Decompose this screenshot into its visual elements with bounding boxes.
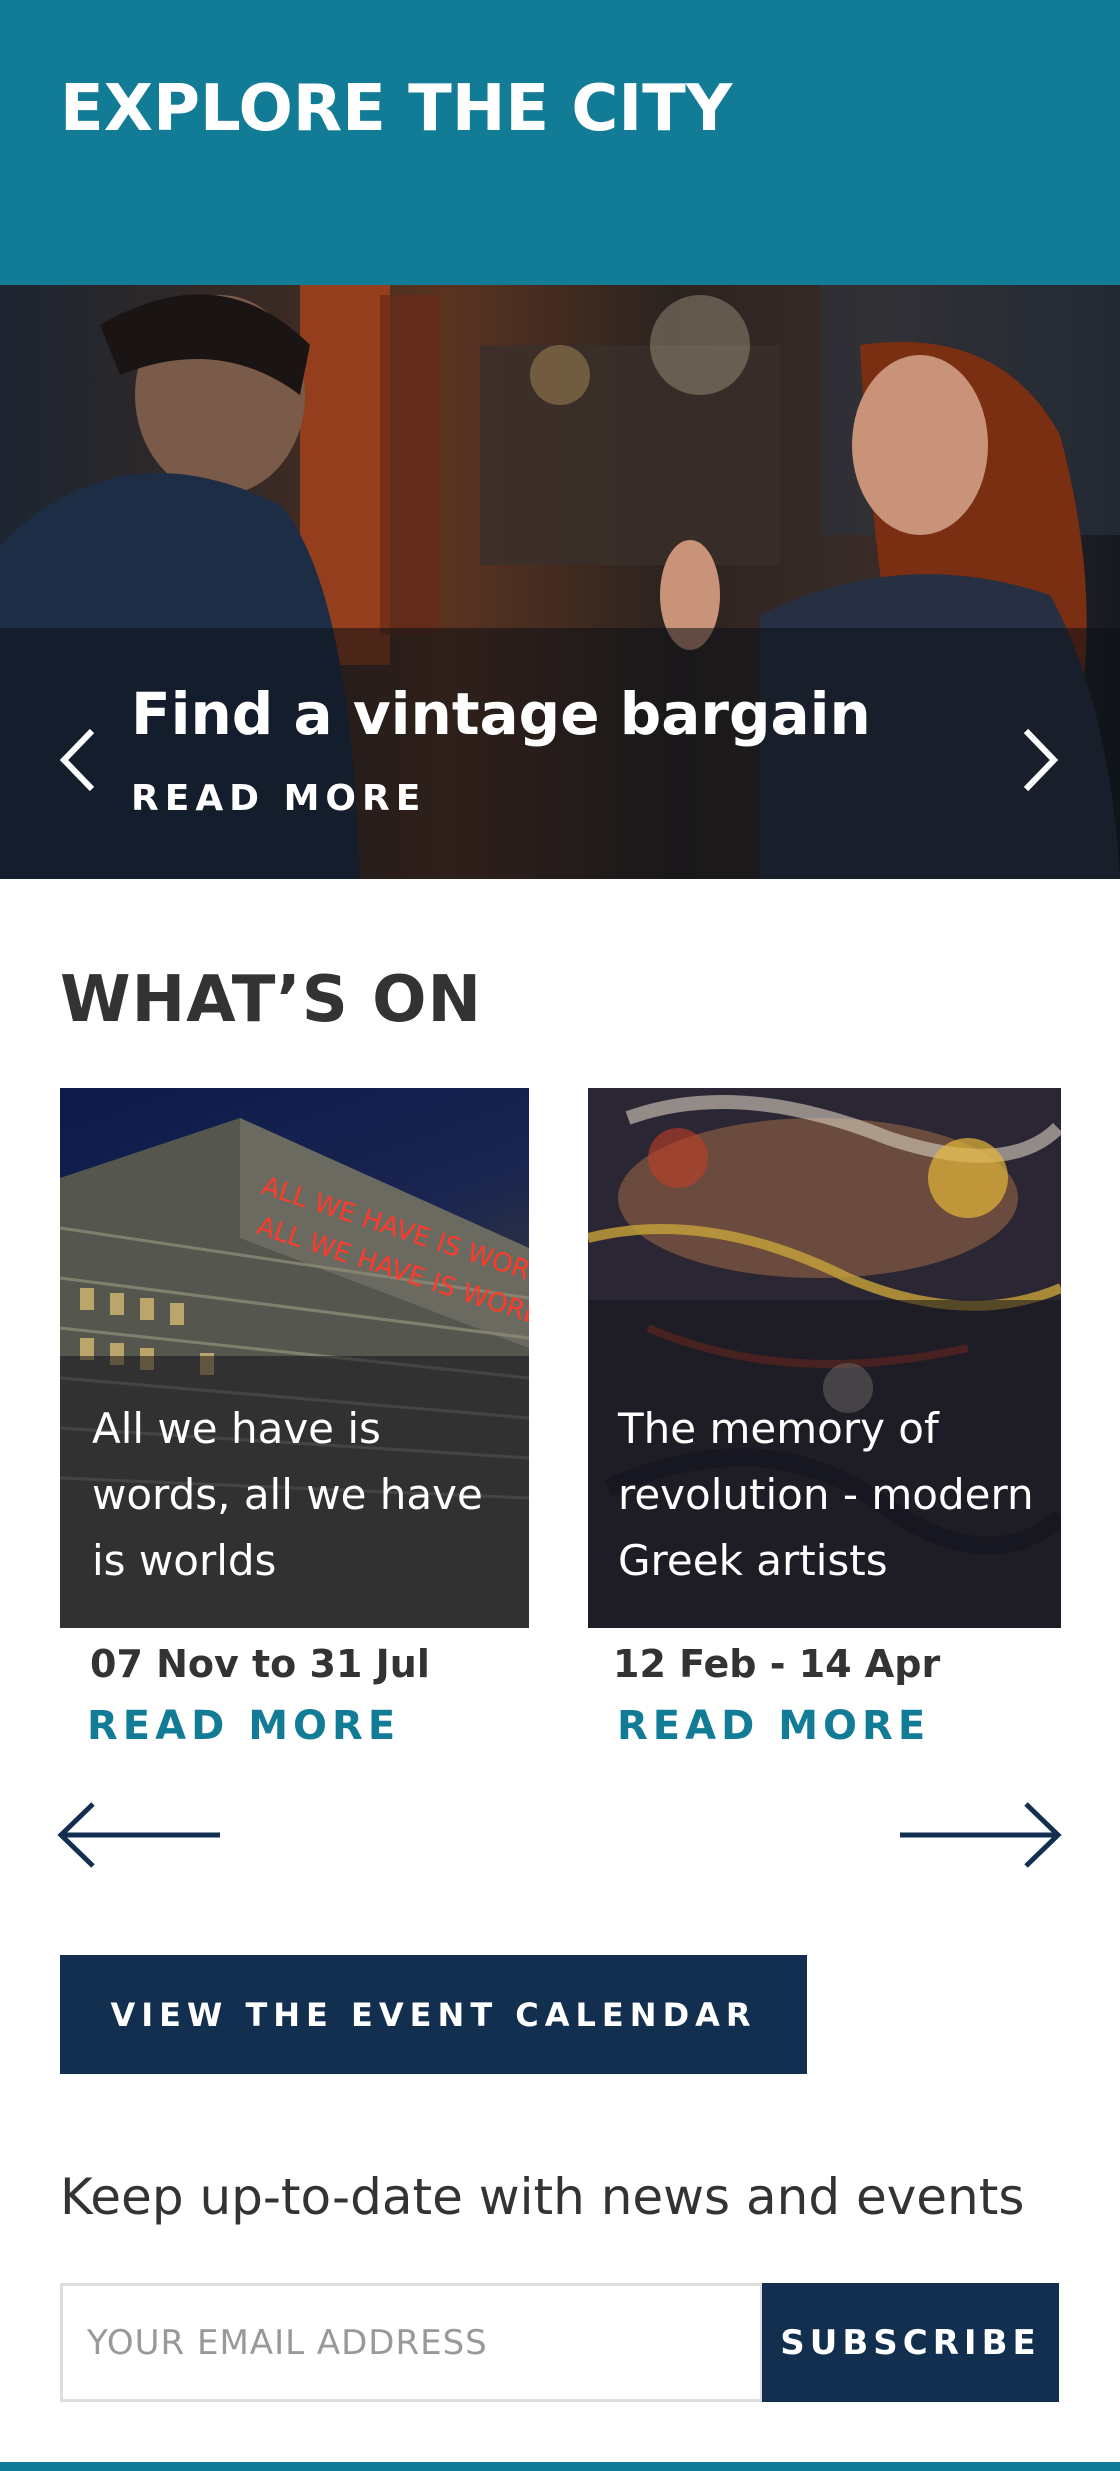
event-read-more-link[interactable]: READ MORE xyxy=(87,1703,400,1749)
view-event-calendar-button[interactable]: VIEW THE EVENT CALENDAR xyxy=(60,1955,807,2074)
event-card-2[interactable]: The memory of revolution - modern Greek … xyxy=(588,1088,1061,1628)
site-header: EXPLORE THE CITY xyxy=(0,0,1120,285)
page-title: EXPLORE THE CITY xyxy=(60,72,733,146)
arrow-left-icon xyxy=(57,1802,220,1868)
newsletter-heading: Keep up-to-date with news and events xyxy=(60,2168,1025,2226)
event-card-1[interactable]: ALL WE HAVE IS WORDS ALL WE HAVE IS WORL… xyxy=(60,1088,529,1628)
hero-caption-overlay xyxy=(0,628,1120,879)
whats-on-heading: WHAT’S ON xyxy=(60,963,483,1037)
footer-divider xyxy=(0,2462,1120,2471)
event-date: 07 Nov to 31 Jul xyxy=(90,1642,430,1686)
events-next-button[interactable] xyxy=(898,1800,1066,1875)
subscribe-button[interactable]: SUBSCRIBE xyxy=(762,2283,1059,2402)
chevron-left-icon xyxy=(59,728,95,792)
hero-read-more-link[interactable]: READ MORE xyxy=(131,778,426,819)
hero-carousel: Find a vintage bargain READ MORE xyxy=(0,285,1120,879)
event-title: All we have is words, all we have is wor… xyxy=(92,1404,483,1585)
event-title: The memory of revolution - modern Greek … xyxy=(618,1404,1034,1585)
hero-next-button[interactable] xyxy=(1018,725,1062,795)
chevron-right-icon xyxy=(1023,728,1059,792)
event-read-more-link[interactable]: READ MORE xyxy=(617,1703,930,1749)
hero-prev-button[interactable] xyxy=(56,725,100,795)
email-field[interactable] xyxy=(60,2283,763,2402)
hero-title[interactable]: Find a vintage bargain xyxy=(131,680,871,748)
event-date: 12 Feb - 14 Apr xyxy=(613,1642,941,1686)
arrow-right-icon xyxy=(900,1802,1062,1868)
events-prev-button[interactable] xyxy=(55,1800,223,1875)
